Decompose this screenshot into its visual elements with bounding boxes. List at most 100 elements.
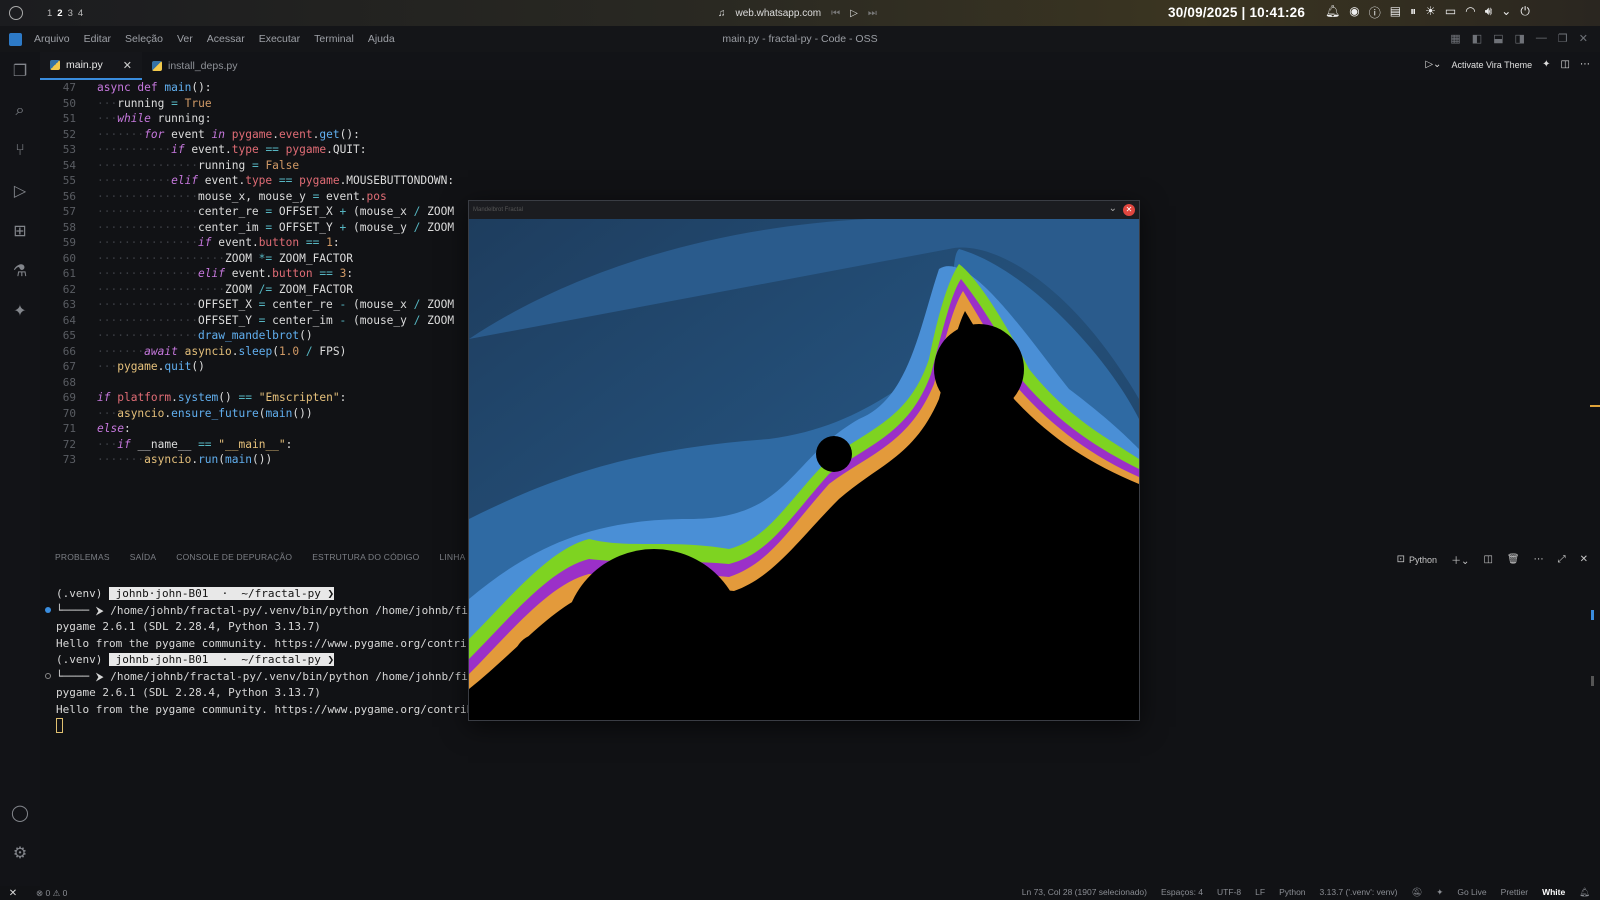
line-number: 66 — [62, 344, 76, 358]
notification-bell-icon[interactable]: 🔔︎ — [1325, 4, 1340, 21]
menu-arquivo[interactable]: Arquivo — [34, 33, 70, 45]
close-icon[interactable]: ✕ — [1579, 32, 1588, 45]
search-icon[interactable]: ⌕ — [9, 100, 31, 122]
panel-actions: ⊡ Python ＋⌄ ◫ 🗑︎ ⋯ ⤢ ✕ — [1397, 552, 1588, 567]
close-window-button[interactable]: ✕ — [1123, 204, 1135, 216]
command-running-dot[interactable] — [45, 673, 51, 679]
play-icon[interactable]: ▷ — [850, 8, 858, 19]
workspace-1[interactable]: 1 — [47, 8, 52, 19]
toggle-sidebar-icon[interactable]: ◧ — [1472, 32, 1482, 45]
line-number: 54 — [62, 158, 76, 172]
prev-track-icon[interactable]: ⏮ — [831, 8, 840, 19]
more-actions-icon[interactable]: ⋯ — [1580, 59, 1590, 70]
go-live-button[interactable]: Go Live — [1457, 887, 1486, 898]
activate-theme-button[interactable]: Activate Vira Theme — [1451, 60, 1532, 70]
problems-indicator[interactable]: ⊗ 0 ⚠ 0 — [36, 888, 67, 899]
menu-executar[interactable]: Executar — [259, 33, 300, 45]
menu-selecao[interactable]: Seleção — [125, 33, 163, 45]
workspace-2[interactable]: 2 — [57, 8, 62, 19]
terminal-line: └──── ⮞ /home/johnb/fractal-py/.venv/bin… — [56, 670, 468, 683]
minimize-icon[interactable]: — — [1536, 32, 1547, 45]
copilot-sparkle-icon[interactable]: ✦ — [9, 300, 31, 322]
end-of-line[interactable]: LF — [1255, 887, 1265, 898]
extensions-icon[interactable]: ⊞ — [9, 220, 31, 242]
clipboard-icon[interactable]: ▤ — [1390, 4, 1401, 21]
tab-problemas[interactable]: PROBLEMAS — [55, 552, 110, 562]
wifi-icon[interactable]: ◠ — [1465, 4, 1475, 21]
menu-terminal[interactable]: Terminal — [314, 33, 354, 45]
more-icon[interactable]: ⋯ — [1534, 554, 1544, 565]
split-terminal-icon[interactable]: ◫ — [1483, 554, 1492, 565]
sparkle-icon[interactable]: ✦ — [1542, 59, 1550, 70]
maximize-icon[interactable]: ❐ — [1558, 32, 1568, 45]
menu-ver[interactable]: Ver — [177, 33, 193, 45]
pygame-window-title[interactable]: Mandelbrot Fractal — [469, 201, 1139, 219]
workspace-4[interactable]: 4 — [78, 8, 83, 19]
language-mode[interactable]: Python — [1279, 887, 1305, 898]
tab-saida[interactable]: SAÍDA — [130, 552, 157, 562]
tab-console-depuracao[interactable]: CONSOLE DE DEPURAÇÃO — [176, 552, 292, 562]
remote-icon[interactable]: ✕ — [0, 886, 26, 900]
maximize-panel-icon[interactable]: ⤢ — [1558, 554, 1566, 565]
trash-icon[interactable]: 🗑︎ — [1507, 554, 1520, 565]
tab-install-deps-py[interactable]: install_deps.py — [142, 52, 247, 80]
tab-main-py[interactable]: main.py ✕ — [40, 52, 142, 80]
terminal-line: pygame 2.6.1 (SDL 2.28.4, Python 3.13.7) — [56, 686, 321, 699]
clock[interactable]: 30/09/2025 | 10:41:26 — [1168, 5, 1305, 20]
code-line: ·······for event in pygame.event.get(): — [97, 127, 360, 141]
command-success-dot[interactable] — [45, 607, 51, 613]
line-number: 55 — [62, 174, 76, 187]
theme-indicator[interactable]: White — [1542, 887, 1565, 898]
system-logo-icon[interactable] — [9, 6, 23, 20]
menu-editar[interactable]: Editar — [84, 33, 111, 45]
menu-acessar[interactable]: Acessar — [207, 33, 245, 45]
toggle-panel-icon[interactable]: ⬓ — [1493, 32, 1503, 45]
menu-ajuda[interactable]: Ajuda — [368, 33, 395, 45]
prettier-button[interactable]: Prettier — [1501, 887, 1528, 898]
bell-slash-icon[interactable]: 🔕︎ — [1411, 887, 1422, 898]
toggle-secondary-sidebar-icon[interactable]: ◨ — [1515, 32, 1525, 45]
layout-icon[interactable]: ▦ — [1450, 32, 1460, 45]
chevron-down-icon[interactable]: ⌄ — [1501, 4, 1511, 21]
pause-icon[interactable]: ⏸ — [1410, 4, 1416, 21]
next-track-icon[interactable]: ⏭ — [868, 8, 877, 19]
line-number: 50 — [62, 96, 76, 110]
discord-icon[interactable]: ◉ — [1349, 4, 1359, 21]
explorer-icon[interactable]: ❐ — [9, 60, 31, 82]
media-widget[interactable]: ♫ web.whatsapp.com ⏮ ▷ ⏭ — [718, 0, 877, 26]
settings-gear-icon[interactable]: ⚙ — [9, 842, 31, 864]
battery-icon[interactable]: ▭ — [1445, 4, 1456, 21]
indentation[interactable]: Espaços: 4 — [1161, 887, 1203, 898]
split-editor-icon[interactable]: ◫ — [1561, 59, 1570, 70]
run-icon[interactable]: ▷⌄ — [1425, 59, 1441, 70]
power-icon[interactable]: ⏻ — [1520, 4, 1530, 21]
encoding[interactable]: UTF-8 — [1217, 887, 1241, 898]
close-panel-icon[interactable]: ✕ — [1580, 554, 1588, 565]
workspace-switcher[interactable]: 1 2 3 4 — [47, 8, 83, 19]
source-control-icon[interactable]: ⑂ — [9, 140, 31, 162]
shell-label[interactable]: Python — [1409, 555, 1437, 565]
volume-icon[interactable]: 🔊︎ — [1485, 4, 1493, 21]
brightness-icon[interactable]: ☀ — [1425, 4, 1436, 21]
terminal-line: └──── ⮞ /home/johnb/fractal-py/.venv/bin… — [56, 604, 468, 617]
terminal-line: Hello from the pygame community. https:/… — [56, 703, 527, 716]
cursor-position[interactable]: Ln 73, Col 28 (1907 selecionado) — [1022, 887, 1147, 898]
close-tab-icon[interactable]: ✕ — [123, 59, 132, 72]
code-line: ···················ZOOM *= ZOOM_FACTOR — [97, 251, 353, 265]
line-number: 47 — [62, 81, 76, 94]
python-interpreter[interactable]: 3.13.7 ('.venv': venv) — [1320, 887, 1398, 898]
workspace-3[interactable]: 3 — [68, 8, 73, 19]
testing-icon[interactable]: ⚗ — [9, 260, 31, 282]
info-icon[interactable]: ⓘ — [1369, 4, 1381, 21]
mandelbrot-canvas[interactable] — [469, 219, 1139, 720]
notifications-icon[interactable]: 🔔︎ — [1579, 887, 1590, 898]
run-debug-icon[interactable]: ▷ — [9, 180, 31, 202]
account-icon[interactable]: ◯ — [9, 802, 31, 824]
line-number: 70 — [62, 406, 76, 420]
pygame-window[interactable]: Mandelbrot Fractal ⌄ ✕ — [468, 200, 1140, 721]
python-file-icon — [151, 61, 162, 71]
tab-estrutura-codigo[interactable]: ESTRUTURA DO CÓDIGO — [312, 552, 419, 562]
minimize-icon[interactable]: ⌄ — [1109, 203, 1117, 214]
new-terminal-icon[interactable]: ＋⌄ — [1451, 552, 1469, 567]
sparkle-icon[interactable]: ✦ — [1436, 887, 1443, 898]
